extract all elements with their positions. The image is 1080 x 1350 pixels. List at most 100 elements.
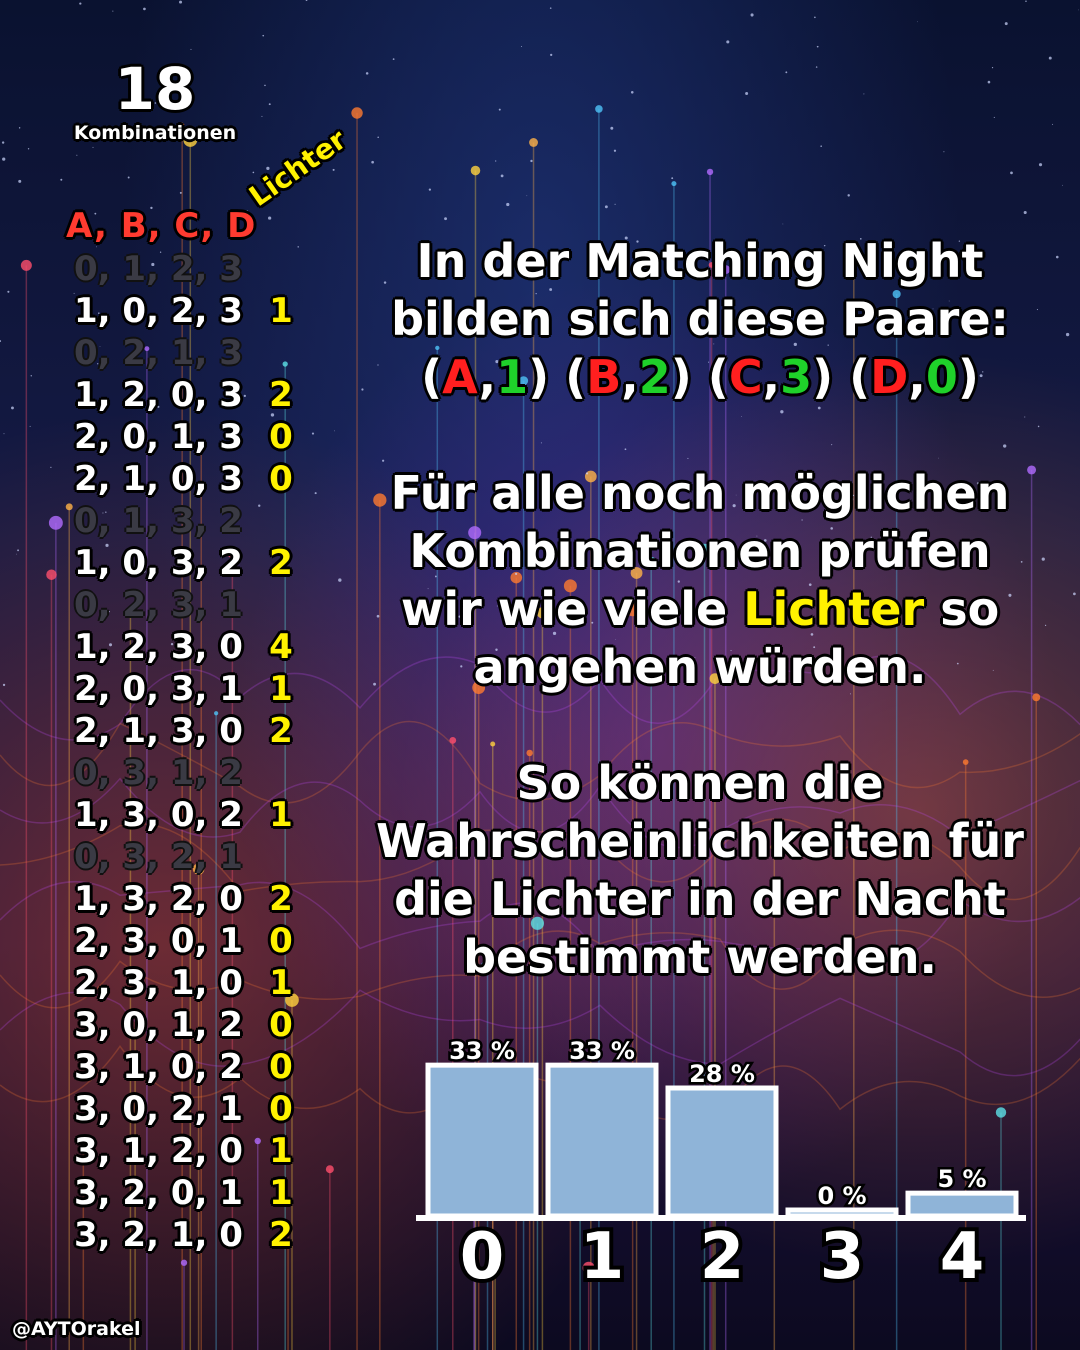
decor-star bbox=[1061, 184, 1063, 186]
decor-star bbox=[190, 48, 192, 50]
combination: 1, 3, 2, 0 bbox=[74, 879, 243, 919]
para3-line-4: bestimmt werden. bbox=[463, 930, 937, 984]
decor-star bbox=[815, 66, 818, 68]
decor-star bbox=[1052, 123, 1054, 125]
pair-letter: A bbox=[442, 350, 479, 404]
lights-count: 1 bbox=[269, 963, 293, 1003]
decor-star bbox=[726, 40, 730, 44]
decor-star bbox=[1004, 22, 1008, 26]
lights-count: 2 bbox=[269, 543, 293, 583]
x-tick-label: 1 bbox=[580, 1220, 625, 1294]
para2-line-3-post: so bbox=[940, 582, 1000, 636]
lights-count: 1 bbox=[269, 1173, 293, 1213]
decor-star bbox=[630, 91, 634, 94]
pair-number: 1 bbox=[496, 350, 529, 404]
lights-count: 1 bbox=[269, 795, 293, 835]
explanation-text: In der Matching Night bilden sich diese … bbox=[330, 232, 1070, 986]
decor-star bbox=[500, 174, 504, 178]
table-row: 2, 1, 3, 0 2 bbox=[74, 710, 314, 752]
decor-star bbox=[750, 13, 754, 17]
decor-star bbox=[262, 34, 265, 37]
table-row: 0, 1, 3, 2 bbox=[74, 500, 314, 542]
combination: 1, 2, 0, 3 bbox=[74, 375, 243, 415]
lights-count: 0 bbox=[269, 1005, 293, 1045]
pair-number: 0 bbox=[925, 350, 958, 404]
decor-star bbox=[268, 216, 272, 220]
decor-star bbox=[444, 217, 447, 221]
decor-star bbox=[1073, 592, 1076, 596]
lights-count: 1 bbox=[269, 669, 293, 709]
excluded-combination: 0, 1, 2, 3 bbox=[74, 249, 243, 289]
bar-value-label: 5 % bbox=[937, 1165, 986, 1193]
decor-star bbox=[816, 45, 819, 48]
lichter-highlight: Lichter bbox=[743, 582, 925, 636]
decor-star bbox=[11, 406, 14, 410]
combination: 3, 0, 1, 2 bbox=[74, 1005, 243, 1045]
decor-star bbox=[127, 176, 130, 179]
decor-star bbox=[332, 168, 335, 171]
pair-column-header: A, B, C, D bbox=[66, 206, 257, 246]
bar-value-label: 33 % bbox=[569, 1037, 635, 1065]
bar-4 bbox=[905, 1190, 1019, 1219]
bar-3 bbox=[785, 1207, 899, 1219]
decor-star bbox=[613, 149, 617, 152]
decor-star bbox=[112, 10, 114, 12]
pair-letter: D bbox=[870, 350, 909, 404]
decor-star bbox=[143, 7, 146, 11]
decor-star bbox=[943, 151, 945, 153]
decor-star bbox=[847, 194, 850, 197]
excluded-combination: 0, 3, 2, 1 bbox=[74, 837, 243, 877]
lights-count: 2 bbox=[269, 1215, 293, 1255]
decor-dot bbox=[671, 181, 677, 187]
pair-number: 2 bbox=[638, 350, 671, 404]
decor-star bbox=[268, 103, 271, 106]
lights-count: 4 bbox=[269, 627, 293, 667]
table-row: 2, 1, 0, 3 0 bbox=[74, 458, 314, 500]
lights-count: 2 bbox=[269, 711, 293, 751]
combination: 2, 3, 1, 0 bbox=[74, 963, 243, 1003]
decor-star bbox=[179, 0, 183, 4]
decor-dot bbox=[470, 165, 481, 176]
pair-letter: B bbox=[586, 350, 622, 404]
lights-count: 1 bbox=[269, 1131, 293, 1171]
decor-star bbox=[92, 146, 94, 148]
table-row: 1, 2, 0, 3 2 bbox=[74, 374, 314, 416]
combination: 3, 2, 0, 1 bbox=[74, 1173, 243, 1213]
intro-line-2: bilden sich diese Paare: bbox=[391, 292, 1009, 346]
table-row: 2, 3, 1, 0 1 bbox=[74, 962, 314, 1004]
decor-star bbox=[7, 290, 10, 293]
pair-letter: C bbox=[728, 350, 763, 404]
decor-dot bbox=[529, 138, 538, 147]
decor-star bbox=[365, 72, 369, 75]
pair: (C,3) bbox=[707, 350, 834, 404]
combination: 2, 3, 0, 1 bbox=[74, 921, 243, 961]
decor-star bbox=[820, 145, 822, 147]
lights-count: 0 bbox=[269, 1089, 293, 1129]
pair: (B,2) bbox=[565, 350, 692, 404]
bar-value-label: 0 % bbox=[817, 1182, 866, 1210]
decor-star bbox=[179, 191, 182, 194]
decor-dot bbox=[20, 259, 32, 271]
table-row: 3, 1, 0, 2 0 bbox=[74, 1046, 314, 1088]
decor-dot bbox=[325, 1165, 334, 1174]
decor-star bbox=[526, 195, 528, 197]
excluded-combination: 0, 3, 1, 2 bbox=[74, 753, 243, 793]
para2-line-1: Für alle noch möglichen bbox=[390, 466, 1010, 520]
decor-star bbox=[16, 553, 17, 555]
bar-value-label: 33 % bbox=[449, 1037, 515, 1065]
decor-star bbox=[1078, 9, 1079, 11]
para3-line-3: die Lichter in der Nacht bbox=[394, 872, 1006, 926]
decor-star bbox=[305, 0, 308, 1]
table-row: 3, 1, 2, 0 1 bbox=[74, 1130, 314, 1172]
table-row: 0, 3, 1, 2 bbox=[74, 752, 314, 794]
bar-value-label: 28 % bbox=[689, 1060, 755, 1088]
decor-star bbox=[863, 93, 865, 95]
decor-star bbox=[1010, 171, 1013, 175]
x-tick-label: 3 bbox=[820, 1220, 865, 1294]
decor-star bbox=[314, 492, 317, 495]
decor-star bbox=[745, 92, 749, 96]
excluded-combination: 0, 2, 3, 1 bbox=[74, 585, 243, 625]
decor-star bbox=[991, 67, 994, 69]
decor-star bbox=[549, 7, 552, 9]
table-row: 3, 0, 1, 2 0 bbox=[74, 1004, 314, 1046]
